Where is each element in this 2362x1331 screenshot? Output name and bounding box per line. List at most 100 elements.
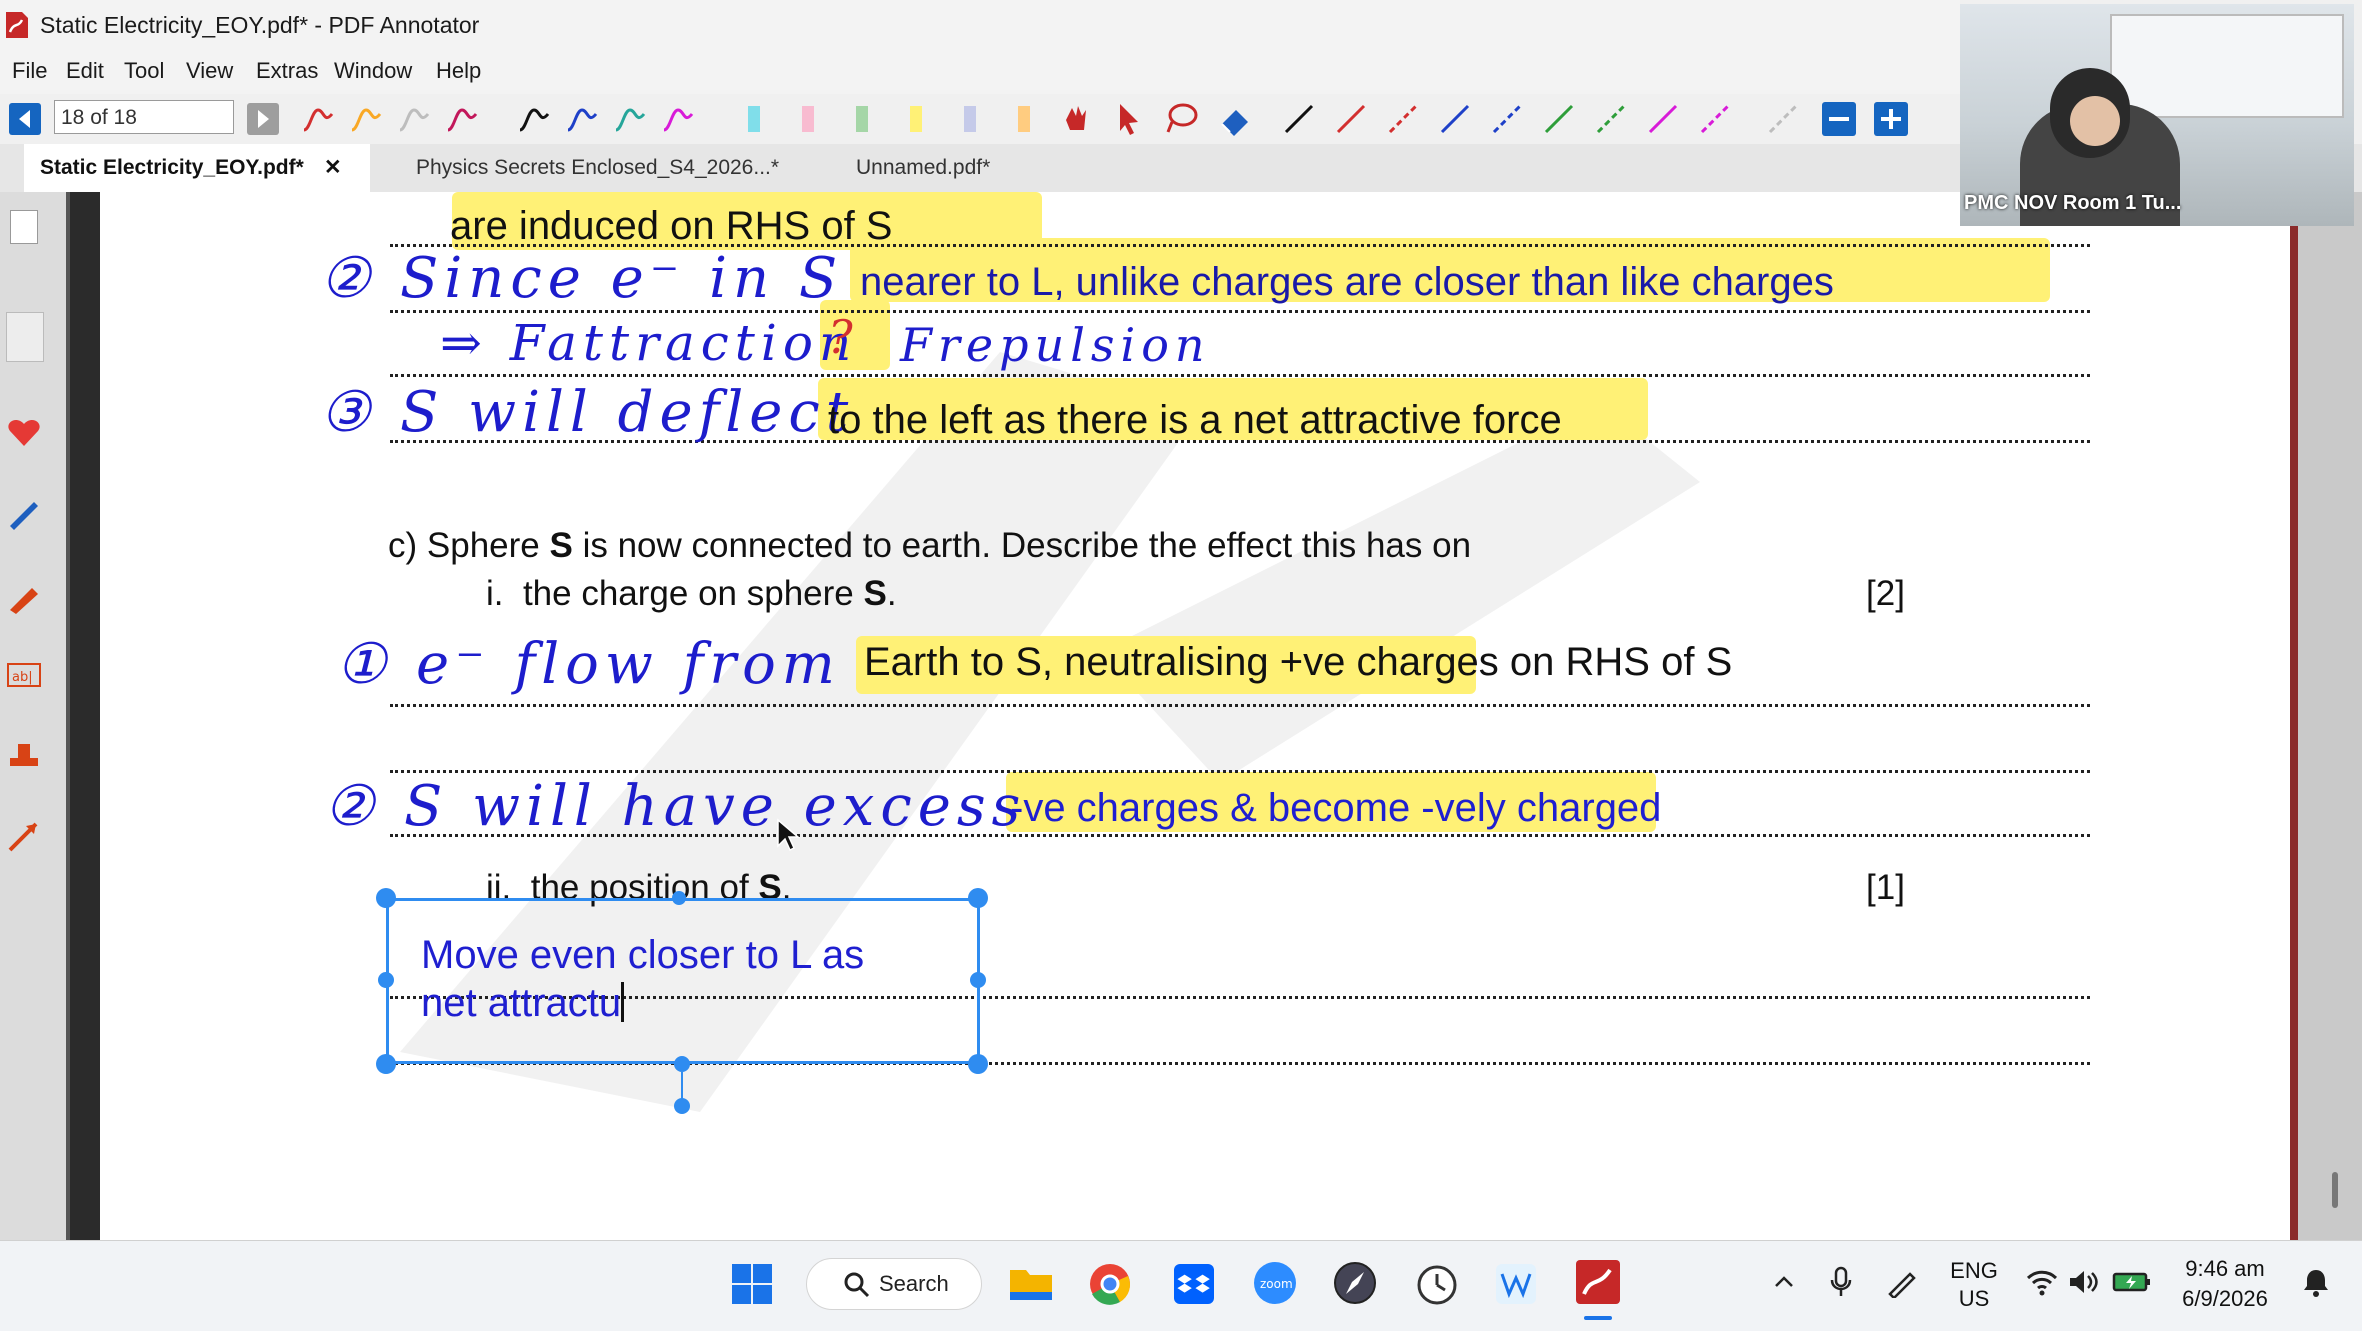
pen-gray-icon[interactable] (396, 100, 434, 138)
question-i-bold: S (863, 574, 887, 613)
menu-edit[interactable]: Edit (66, 58, 104, 84)
input-language-top[interactable]: ENG (1944, 1258, 2004, 1284)
question-i-label: i. (486, 574, 504, 613)
handwritten-point-2a: ② Since e⁻ in S (320, 246, 844, 311)
selected-text-box[interactable]: Move even closer to L as net attractu (386, 898, 980, 1064)
compass-app-icon[interactable] (1332, 1260, 1378, 1306)
pdf-page[interactable]: are induced on RHS of S ② Since e⁻ in S … (100, 192, 2290, 1240)
lasso-icon[interactable] (1162, 100, 1200, 138)
rotate-handle[interactable] (674, 1098, 690, 1114)
text-box-tool-icon[interactable]: ab| (6, 660, 42, 690)
line-gray-dashed-icon[interactable] (1764, 100, 1802, 138)
microphone-icon[interactable] (1830, 1266, 1852, 1298)
menu-view[interactable]: View (186, 58, 233, 84)
select-arrow-icon[interactable] (1110, 100, 1148, 138)
windows-start-icon[interactable] (730, 1262, 774, 1306)
line-magenta-icon[interactable] (1644, 100, 1682, 138)
highlighter-lavender-icon[interactable] (956, 100, 984, 138)
whiteboard-background (2110, 14, 2344, 118)
line-blue-dashed-icon[interactable] (1488, 100, 1526, 138)
chevron-up-icon[interactable] (1772, 1270, 1796, 1294)
menu-tool[interactable]: Tool (124, 58, 164, 84)
chrome-icon[interactable] (1088, 1262, 1132, 1306)
battery-charging-icon[interactable] (2112, 1270, 2152, 1294)
input-language-bottom[interactable]: US (1944, 1286, 2004, 1312)
resize-handle-right[interactable] (970, 972, 986, 988)
zoom-app-icon[interactable]: zoom (1252, 1260, 1298, 1306)
clock-date[interactable]: 6/9/2026 (2160, 1286, 2290, 1312)
wifi-icon[interactable] (2026, 1268, 2058, 1296)
resize-handle-bottom[interactable] (674, 1056, 690, 1072)
resize-handle-top-right[interactable] (968, 888, 988, 908)
tab-unnamed[interactable]: Unnamed.pdf* (840, 144, 1076, 192)
dropbox-icon[interactable] (1172, 1262, 1216, 1306)
tab-close-icon[interactable]: ✕ (324, 144, 342, 192)
active-app-indicator (1584, 1316, 1612, 1320)
resize-handle-left[interactable] (378, 972, 394, 988)
highlighter-green-icon[interactable] (848, 100, 876, 138)
pen-black-icon[interactable] (516, 100, 554, 138)
pen-magenta-icon[interactable] (660, 100, 698, 138)
pen-tool-icon[interactable] (6, 494, 42, 530)
vertical-scrollbar-thumb[interactable] (2332, 1172, 2338, 1208)
person-face (2070, 96, 2120, 146)
resize-handle-bottom-right[interactable] (968, 1054, 988, 1074)
pen-crimson-icon[interactable] (444, 100, 482, 138)
question-i-end: . (886, 574, 897, 613)
handwritten-arrow-attraction: ⇒ Fattraction (440, 314, 858, 372)
line-black-icon[interactable] (1280, 100, 1318, 138)
search-icon (844, 1272, 870, 1298)
stamp-tool-icon[interactable] (6, 740, 42, 776)
line-red-icon[interactable] (1332, 100, 1370, 138)
menu-window[interactable]: Window (334, 58, 412, 84)
text-box-content[interactable]: Move even closer to L as net attractu (421, 931, 864, 1027)
line-blue-icon[interactable] (1436, 100, 1474, 138)
resize-handle-bottom-left[interactable] (376, 1054, 396, 1074)
line-green-icon[interactable] (1540, 100, 1578, 138)
webcam-label: PMC NOV Room 1 Tu... (1964, 192, 2182, 214)
next-page-icon[interactable] (246, 100, 280, 138)
whiteboard-app-icon[interactable] (1494, 1262, 1538, 1306)
highlighter-yellow-icon[interactable] (902, 100, 930, 138)
typed-answer-deflect: to the left as there is a net attractive… (828, 398, 1562, 442)
pen-teal-icon[interactable] (612, 100, 650, 138)
tab-static-electricity[interactable]: Static Electricity_EOY.pdf* ✕ (24, 144, 370, 192)
pen-orange-icon[interactable] (348, 100, 386, 138)
volume-icon[interactable] (2068, 1268, 2098, 1296)
pdf-annotator-taskbar-icon[interactable] (1574, 1258, 1622, 1306)
page-thumbnail[interactable] (10, 210, 38, 244)
taskbar-search-box[interactable]: Search (806, 1258, 982, 1310)
hand-tool-icon[interactable] (1058, 100, 1096, 138)
highlighter-pink-icon[interactable] (794, 100, 822, 138)
resize-handle-top-left[interactable] (376, 888, 396, 908)
resize-handle-top[interactable] (672, 891, 686, 905)
line-red-dashed-icon[interactable] (1384, 100, 1422, 138)
zoom-out-icon[interactable] (1820, 100, 1858, 138)
mouse-cursor-icon (777, 818, 800, 852)
favorites-heart-icon[interactable] (6, 414, 42, 450)
typed-answer-earth: Earth to S, neutralising +ve charges on … (864, 640, 1733, 684)
scroll-stepper[interactable] (6, 312, 44, 362)
pen-blue-icon[interactable] (564, 100, 602, 138)
highlighter-tool-icon[interactable] (6, 578, 42, 614)
search-label: Search (879, 1271, 949, 1296)
line-magenta-dashed-icon[interactable] (1696, 100, 1734, 138)
clock-time[interactable]: 9:46 am (2160, 1256, 2290, 1282)
file-explorer-icon[interactable] (1008, 1262, 1054, 1304)
arrow-tool-icon[interactable] (6, 818, 42, 854)
clock-app-icon[interactable] (1414, 1260, 1460, 1306)
menu-help[interactable]: Help (436, 58, 481, 84)
highlighter-peach-icon[interactable] (1010, 100, 1038, 138)
page-number-field[interactable]: 18 of 18 (54, 100, 234, 134)
tab-physics-secrets[interactable]: Physics Secrets Enclosed_S4_2026...* (400, 144, 816, 192)
zoom-in-icon[interactable] (1872, 100, 1910, 138)
line-green-dashed-icon[interactable] (1592, 100, 1630, 138)
notification-bell-icon[interactable] (2300, 1266, 2332, 1298)
previous-page-icon[interactable] (8, 100, 42, 138)
pen-input-icon[interactable] (1886, 1266, 1918, 1298)
menu-file[interactable]: File (12, 58, 47, 84)
highlighter-cyan-icon[interactable] (740, 100, 768, 138)
menu-extras[interactable]: Extras (256, 58, 318, 84)
eraser-icon[interactable] (1216, 100, 1254, 138)
pen-red-icon[interactable] (300, 100, 338, 138)
